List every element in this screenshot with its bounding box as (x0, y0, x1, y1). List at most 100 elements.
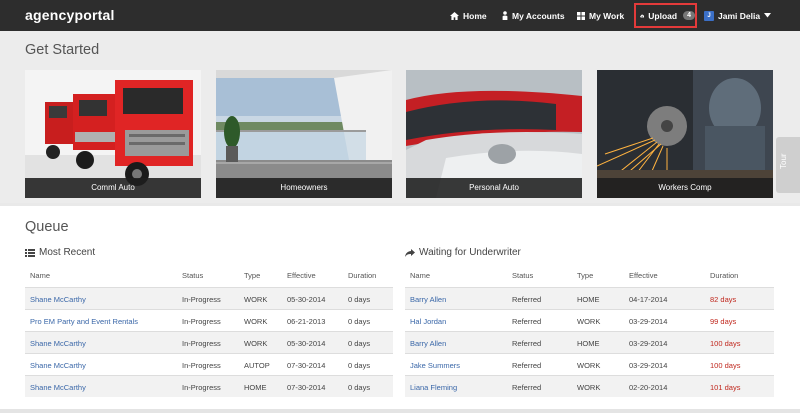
record-name-link[interactable]: Barry Allen (410, 295, 446, 304)
table-row[interactable]: Shane McCarthy In-Progress AUTOP 07-30-2… (25, 353, 393, 375)
caret-down-icon (764, 13, 772, 18)
card-label: Workers Comp (597, 178, 773, 198)
card-comml-auto[interactable]: Comml Auto (25, 70, 201, 198)
type-cell: WORK (577, 383, 601, 392)
column-header[interactable]: Effective (287, 271, 316, 280)
top-navbar: agencyportal Home My Accounts My Work Up… (0, 0, 800, 31)
card-label: Comml Auto (25, 178, 201, 198)
type-cell: WORK (577, 361, 601, 370)
column-header[interactable]: Type (577, 271, 593, 280)
card-personal-auto[interactable]: Personal Auto (406, 70, 582, 198)
effective-cell: 07-30-2014 (287, 383, 326, 392)
cloud-upload-icon (640, 14, 645, 17)
nav-my-work[interactable]: My Work (577, 0, 624, 31)
type-cell: WORK (244, 317, 268, 326)
column-header[interactable]: Type (244, 271, 260, 280)
home-icon (450, 11, 459, 20)
nav-home-label: Home (463, 10, 487, 21)
status-cell: In-Progress (182, 317, 221, 326)
column-header[interactable]: Name (410, 271, 430, 280)
duration-cell: 0 days (348, 361, 371, 370)
status-cell: In-Progress (182, 383, 221, 392)
table-row[interactable]: Shane McCarthy In-Progress WORK 05-30-20… (25, 331, 393, 353)
column-header[interactable]: Duration (348, 271, 376, 280)
effective-cell: 05-30-2014 (287, 295, 326, 304)
record-name-link[interactable]: Liana Fleming (410, 383, 457, 392)
effective-cell: 02-20-2014 (629, 383, 668, 392)
record-name-link[interactable]: Hal Jordan (410, 317, 446, 326)
table-row[interactable]: Liana Fleming Referred WORK 02-20-2014 1… (405, 375, 774, 397)
record-name-link[interactable]: Shane McCarthy (30, 295, 86, 304)
effective-cell: 03-29-2014 (629, 339, 668, 348)
type-cell: WORK (577, 317, 601, 326)
column-header[interactable]: Status (182, 271, 203, 280)
status-cell: In-Progress (182, 339, 221, 348)
user-avatar: J (704, 10, 714, 21)
duration-cell: 82 days (710, 295, 737, 304)
type-cell: WORK (244, 339, 268, 348)
user-icon (502, 11, 508, 20)
user-name: Jami Delia (718, 10, 761, 21)
card-workers-comp[interactable]: Workers Comp (597, 70, 773, 198)
nav-my-work-label: My Work (589, 10, 625, 21)
record-name-link[interactable]: Barry Allen (410, 339, 446, 348)
duration-cell: 0 days (348, 383, 371, 392)
duration-cell: 0 days (348, 317, 371, 326)
record-name-link[interactable]: Shane McCarthy (30, 383, 86, 392)
effective-cell: 05-30-2014 (287, 339, 326, 348)
table-row[interactable]: Shane McCarthy In-Progress WORK 05-30-20… (25, 287, 393, 309)
table-row[interactable]: Jake Summers Referred WORK 03-29-2014 10… (405, 353, 774, 375)
record-name-link[interactable]: Shane McCarthy (30, 339, 86, 348)
share-arrow-icon (405, 248, 415, 257)
get-started-title: Get Started (25, 42, 100, 58)
duration-cell: 99 days (710, 317, 737, 326)
user-menu[interactable]: J Jami Delia (704, 0, 772, 31)
column-header[interactable]: Duration (710, 271, 738, 280)
duration-cell: 100 days (710, 361, 741, 370)
status-cell: Referred (512, 339, 542, 348)
card-homeowners[interactable]: Homeowners (216, 70, 392, 198)
effective-cell: 07-30-2014 (287, 361, 326, 370)
record-name-link[interactable]: Shane McCarthy (30, 361, 86, 370)
table-row[interactable]: Barry Allen Referred HOME 04-17-2014 82 … (405, 287, 774, 309)
type-cell: WORK (244, 295, 268, 304)
nav-my-accounts[interactable]: My Accounts (502, 0, 565, 31)
column-header[interactable]: Status (512, 271, 533, 280)
column-header[interactable]: Effective (629, 271, 658, 280)
effective-cell: 04-17-2014 (629, 295, 668, 304)
status-cell: Referred (512, 361, 542, 370)
record-name-link[interactable]: Jake Summers (410, 361, 460, 370)
effective-cell: 03-29-2014 (629, 361, 668, 370)
table-row[interactable]: Pro EM Party and Event Rentals In-Progre… (25, 309, 393, 331)
status-cell: Referred (512, 295, 542, 304)
type-cell: HOME (244, 383, 267, 392)
duration-cell: 0 days (348, 295, 371, 304)
nav-my-accounts-label: My Accounts (512, 10, 565, 21)
record-name-link[interactable]: Pro EM Party and Event Rentals (30, 317, 138, 326)
upload-count-badge: 4 (683, 11, 695, 20)
type-cell: AUTOP (244, 361, 270, 370)
effective-cell: 06-21-2013 (287, 317, 326, 326)
page-bottom-edge (0, 409, 800, 413)
nav-upload-label: Upload (648, 10, 678, 21)
queue-title: Queue (25, 219, 69, 235)
duration-cell: 100 days (710, 339, 741, 348)
type-cell: HOME (577, 339, 600, 348)
waiting-heading: Waiting for Underwriter (405, 247, 521, 258)
nav-upload-button[interactable]: Upload 4 (634, 3, 697, 28)
duration-cell: 101 days (710, 383, 741, 392)
status-cell: Referred (512, 317, 542, 326)
tour-tab[interactable]: Tour (776, 137, 800, 193)
type-cell: HOME (577, 295, 600, 304)
column-header[interactable]: Name (30, 271, 50, 280)
card-label: Personal Auto (406, 178, 582, 198)
nav-home[interactable]: Home (450, 0, 487, 31)
grid-icon (577, 11, 585, 20)
waiting-title: Waiting for Underwriter (419, 247, 521, 258)
list-icon (25, 248, 35, 257)
table-row[interactable]: Barry Allen Referred HOME 03-29-2014 100… (405, 331, 774, 353)
table-row[interactable]: Shane McCarthy In-Progress HOME 07-30-20… (25, 375, 393, 397)
duration-cell: 0 days (348, 339, 371, 348)
brand-logo[interactable]: agencyportal (25, 7, 115, 23)
table-row[interactable]: Hal Jordan Referred WORK 03-29-2014 99 d… (405, 309, 774, 331)
